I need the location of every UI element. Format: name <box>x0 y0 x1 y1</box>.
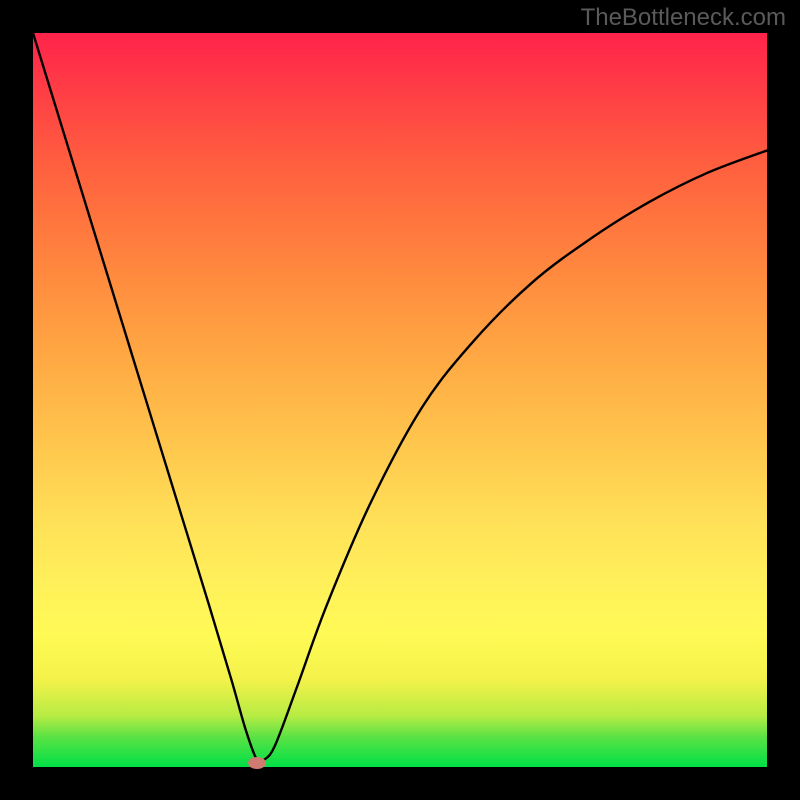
plot-area <box>33 33 767 767</box>
watermark-text: TheBottleneck.com <box>581 4 786 32</box>
chart-frame: TheBottleneck.com <box>0 0 800 800</box>
bottleneck-curve <box>33 33 767 762</box>
optimum-marker <box>248 757 266 769</box>
curve-layer <box>33 33 767 767</box>
